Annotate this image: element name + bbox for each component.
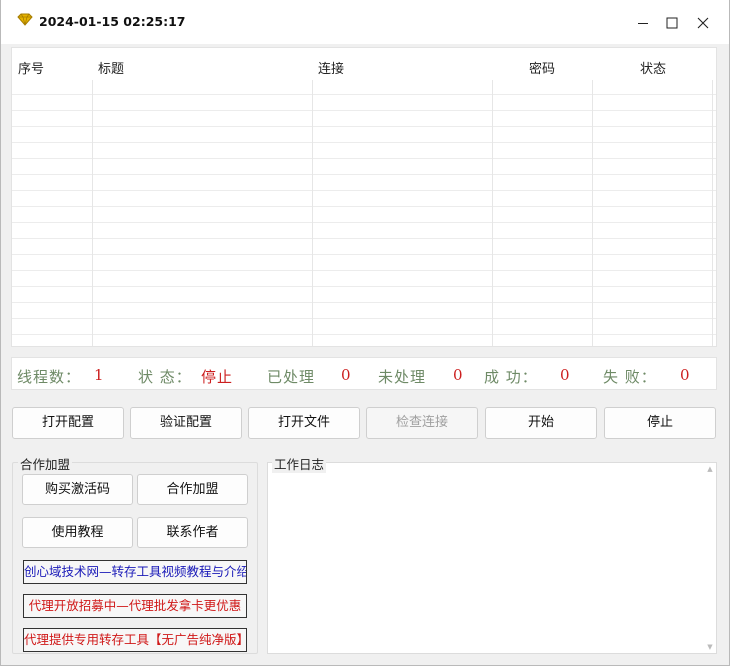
status-value: 停止	[201, 368, 234, 386]
column-header-title[interactable]: 标题	[98, 58, 124, 77]
grid-rows	[12, 79, 716, 346]
maximize-icon[interactable]	[662, 13, 682, 33]
cooperation-group-title: 合作加盟	[18, 454, 73, 473]
column-divider	[592, 80, 593, 346]
column-header-index[interactable]: 序号	[18, 58, 44, 77]
column-divider	[92, 80, 93, 346]
close-icon[interactable]	[693, 13, 713, 33]
fail-label: 失 败：	[603, 368, 657, 386]
scroll-up-icon[interactable]: ▲	[706, 465, 714, 473]
check-link-button[interactable]: 检查连接	[366, 407, 478, 439]
column-header-link[interactable]: 连接	[318, 58, 344, 77]
fail-value: 0	[680, 366, 691, 384]
work-log-title: 工作日志	[272, 454, 327, 473]
task-grid[interactable]: 序号 标题 连接 密码 状态	[11, 47, 717, 347]
minimize-icon[interactable]	[633, 13, 653, 33]
column-header-status[interactable]: 状态	[640, 58, 666, 77]
verify-config-button[interactable]: 验证配置	[130, 407, 242, 439]
threads-value: 1	[94, 366, 105, 384]
contact-author-button[interactable]: 联系作者	[137, 517, 248, 548]
buy-activation-code-button[interactable]: 购买激活码	[22, 474, 133, 505]
start-button[interactable]: 开始	[485, 407, 597, 439]
success-value: 0	[560, 366, 571, 384]
column-divider	[492, 80, 493, 346]
agent-tool-link[interactable]: 代理提供专用转存工具【无广告纯净版】	[23, 628, 247, 652]
unprocessed-label: 未处理	[378, 368, 427, 386]
scroll-down-icon[interactable]: ▼	[706, 643, 714, 651]
agent-recruit-link[interactable]: 代理开放招募中—代理批发拿卡更优惠	[23, 594, 247, 618]
title-bar[interactable]: 2024-01-15 02:25:17	[1, 0, 729, 44]
open-config-button[interactable]: 打开配置	[12, 407, 124, 439]
diamond-icon	[16, 13, 34, 27]
grid-header: 序号 标题 连接 密码 状态	[12, 48, 716, 80]
stats-bar: 线程数： 1 状 态： 停止 已处理 0 未处理 0 成 功： 0 失 败： 0	[11, 357, 717, 390]
open-file-button[interactable]: 打开文件	[248, 407, 360, 439]
window-title: 2024-01-15 02:25:17	[39, 14, 186, 29]
column-divider	[312, 80, 313, 346]
join-cooperation-button[interactable]: 合作加盟	[137, 474, 248, 505]
column-header-password[interactable]: 密码	[529, 58, 555, 77]
processed-label: 已处理	[267, 368, 316, 386]
column-divider	[712, 80, 713, 346]
work-log-textarea[interactable]: ▲ ▼	[267, 462, 717, 654]
stop-button[interactable]: 停止	[604, 407, 716, 439]
status-label: 状 态：	[138, 368, 192, 386]
success-label: 成 功：	[484, 368, 538, 386]
threads-label: 线程数：	[17, 368, 82, 386]
unprocessed-value: 0	[453, 366, 464, 384]
main-window: 2024-01-15 02:25:17 序号 标题 连接 密码 状态 线程数： …	[0, 0, 730, 666]
tutorial-button[interactable]: 使用教程	[22, 517, 133, 548]
processed-value: 0	[341, 366, 352, 384]
tutorial-site-link[interactable]: 创心域技术网—转存工具视频教程与介绍	[23, 560, 247, 584]
